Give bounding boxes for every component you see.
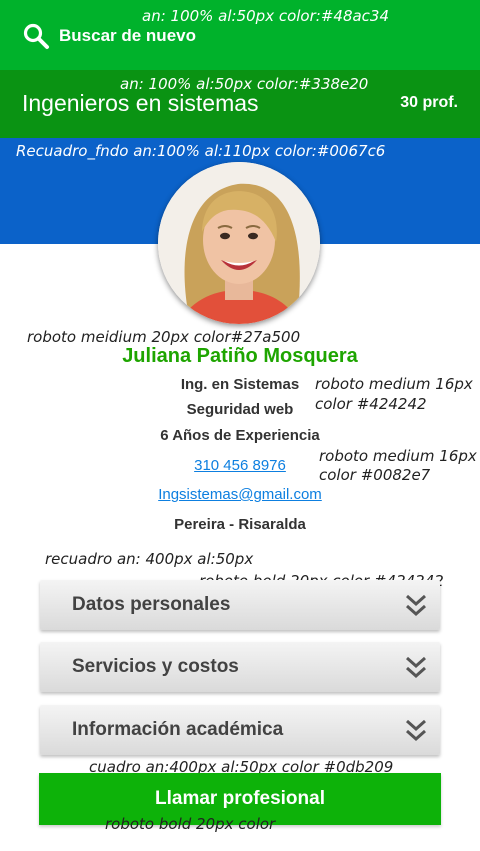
avatar bbox=[158, 162, 320, 324]
section-label: Información académica bbox=[72, 719, 284, 740]
section-services-costs[interactable]: Servicios y costos bbox=[40, 642, 440, 692]
annotation-titlebar: an: 100% al:50px color:#338e20 bbox=[120, 75, 369, 93]
profile-photo bbox=[158, 162, 320, 324]
annotation-link-font: roboto medium 16px bbox=[319, 447, 477, 465]
annotation-link-color: color #0082e7 bbox=[319, 466, 431, 484]
page-title: Ingenieros en sistemas bbox=[22, 90, 259, 116]
section-personal-data[interactable]: Datos personales bbox=[40, 580, 440, 630]
annotation-button-font: roboto bold 20px color bbox=[105, 815, 276, 833]
search-again-button[interactable]: Buscar de nuevo bbox=[22, 22, 196, 50]
section-label: Datos personales bbox=[72, 594, 231, 615]
email-link[interactable]: Ingsistemas@gmail.com bbox=[0, 486, 480, 503]
annotation-info-font: roboto medium 16px bbox=[315, 375, 473, 393]
search-icon bbox=[23, 23, 49, 49]
annotation-box-size: recuadro an: 400px al:50px bbox=[45, 550, 254, 568]
location: Pereira - Risaralda bbox=[174, 516, 306, 533]
double-chevron-down-icon bbox=[406, 656, 426, 679]
annotation-bluebg: Recuadro_fndo an:100% al:110px color:#00… bbox=[16, 142, 386, 160]
professional-name: Juliana Patiño Mosquera bbox=[122, 345, 358, 367]
section-label: Servicios y costos bbox=[72, 656, 239, 677]
search-again-label: Buscar de nuevo bbox=[59, 26, 196, 45]
double-chevron-down-icon bbox=[406, 719, 426, 742]
annotation-info-color: color #424242 bbox=[315, 395, 427, 413]
annotation-topbar: an: 100% al:50px color:#48ac34 bbox=[142, 7, 390, 25]
experience: 6 Años de Experiencia bbox=[160, 427, 320, 444]
section-academic-info[interactable]: Información académica bbox=[40, 705, 440, 755]
professional-count: 30 prof. bbox=[400, 94, 458, 111]
double-chevron-down-icon bbox=[406, 594, 426, 617]
annotation-name-font: roboto meidium 20px color#27a500 bbox=[27, 328, 301, 346]
